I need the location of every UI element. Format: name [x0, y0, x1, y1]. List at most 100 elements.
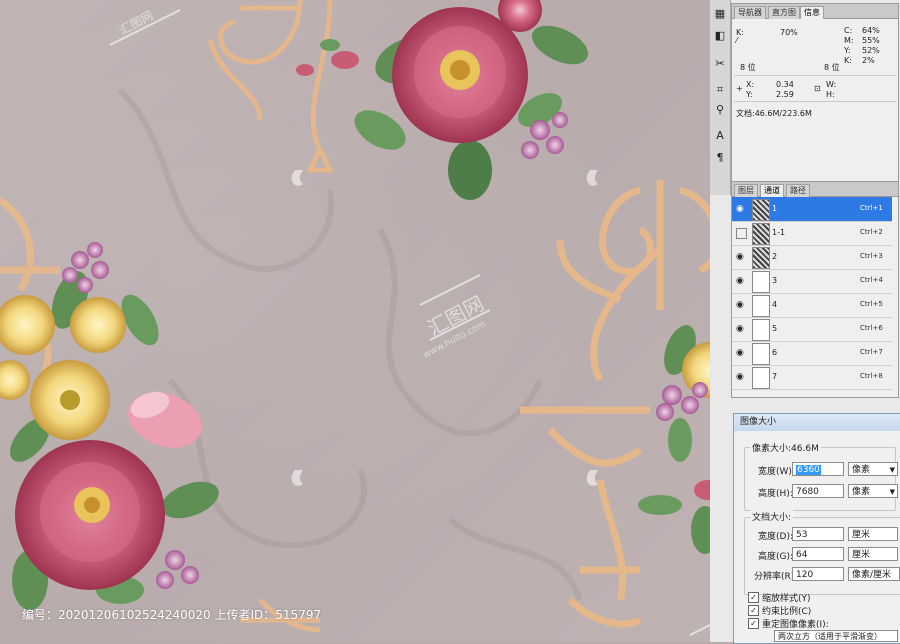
height-unit-select[interactable]: 像素 ▼	[848, 484, 898, 498]
width-unit: 像素	[852, 465, 871, 475]
crop-icon[interactable]: ⌗	[712, 82, 728, 98]
channel-shortcut: Ctrl+7	[860, 348, 883, 356]
scale-styles-label: 缩放样式(Y)	[762, 594, 811, 604]
scale-styles-checkbox[interactable]: ✓	[748, 592, 759, 603]
channel-row[interactable]: ◉ 2 Ctrl+3	[732, 245, 892, 270]
channel-row[interactable]: ◉ 6 Ctrl+7	[732, 341, 892, 366]
divider	[734, 101, 896, 102]
resample-method-select[interactable]: 两次立方（适用于平滑渐变）	[774, 630, 898, 642]
resample-method: 两次立方（适用于平滑渐变）	[778, 632, 882, 641]
document-canvas[interactable]: 汇图网 汇图网 www.huitu.com 编号：202012061025242…	[0, 0, 710, 642]
height-field[interactable]: 7680	[792, 484, 844, 498]
width-value: 6360	[796, 465, 821, 475]
doc-width-value: 53	[796, 530, 808, 540]
channel-row[interactable]: ◉ 3 Ctrl+4	[732, 269, 892, 294]
channel-thumbnail	[752, 343, 770, 365]
resolution-unit: 像素/厘米	[852, 570, 892, 580]
tab-navigator[interactable]: 导航器	[734, 6, 766, 19]
dialog-title: 图像大小	[734, 414, 900, 431]
x-value: 0.34	[776, 80, 794, 89]
tab-paths[interactable]: 路径	[786, 184, 810, 197]
resolution-unit-select[interactable]: 像素/厘米	[848, 567, 900, 581]
pixel-dimensions-label: 像素大小:46.6M	[750, 441, 821, 454]
x-label: X:	[746, 80, 755, 89]
divider	[734, 75, 896, 76]
eye-icon[interactable]: ◉	[736, 252, 746, 262]
channel-row[interactable]: ◉ 1 Ctrl+1	[732, 197, 892, 222]
y-coord-value: 2.59	[776, 90, 794, 99]
document-size-label: 文档大小:	[750, 510, 794, 523]
resolution-field[interactable]: 120	[792, 567, 844, 581]
tab-channels[interactable]: 通道	[760, 184, 784, 197]
c-value: 64%	[862, 26, 880, 35]
selection-size-icon: ⊡	[814, 84, 821, 93]
channel-name: 5	[772, 324, 778, 333]
path-icon[interactable]: ◧	[712, 28, 728, 44]
channel-row[interactable]: ◉ 4 Ctrl+5	[732, 293, 892, 318]
height-unit: 像素	[852, 487, 871, 497]
constrain-label: 约束比例(C)	[762, 607, 812, 617]
eye-icon[interactable]: ◉	[736, 348, 746, 358]
channel-thumbnail	[752, 367, 770, 389]
tab-histogram[interactable]: 直方图	[768, 6, 800, 19]
channel-shortcut: Ctrl+1	[860, 204, 883, 212]
eye-icon[interactable]: ◉	[736, 276, 746, 286]
document-size: 文档:46.6M/223.6M	[736, 109, 812, 118]
info-panel: 导航器 直方图 信息 K: 70% ⁄ C: 64% M: 55% Y: 52%…	[731, 3, 899, 195]
tab-layers[interactable]: 图层	[734, 184, 758, 197]
eye-icon[interactable]: ◉	[736, 204, 746, 214]
doc-height-field[interactable]: 64	[792, 547, 844, 561]
doc-width-unit: 厘米	[852, 530, 871, 540]
channel-row[interactable]: 1-1 Ctrl+2	[732, 221, 892, 246]
bit-depth-right: 8 位	[824, 63, 840, 72]
channel-name: 2	[772, 252, 778, 261]
channel-name: 3	[772, 276, 778, 285]
channel-thumbnail	[752, 199, 770, 221]
channel-shortcut: Ctrl+8	[860, 372, 883, 380]
channels-panel-tabs: 图层 通道 路径	[732, 182, 898, 197]
lasso-icon[interactable]: ✂	[712, 56, 728, 72]
channels-panel: 图层 通道 路径 ◉ 1 Ctrl+1 1-1 Ctrl+2 ◉ 2 Ctrl+3 ◉ 3 Ctrl…	[731, 181, 899, 398]
info-panel-tabs: 导航器 直方图 信息	[732, 4, 898, 19]
resample-checkbox[interactable]: ✓	[748, 618, 759, 629]
y-value: 52%	[862, 46, 880, 55]
eye-icon[interactable]: ◉	[736, 372, 746, 382]
k-value: 70%	[780, 28, 798, 37]
eye-icon[interactable]: ◉	[736, 300, 746, 310]
channel-thumbnail	[752, 295, 770, 317]
width-unit-select[interactable]: 像素 ▼	[848, 462, 898, 476]
hidden-eye-icon[interactable]	[736, 228, 747, 239]
doc-width-field[interactable]: 53	[792, 527, 844, 541]
tool-strip: ▦ ◧ ✂ ⌗ ⚲ A ¶	[710, 0, 731, 195]
type-icon[interactable]: A	[712, 128, 728, 144]
channel-row[interactable]: ◉ 5 Ctrl+6	[732, 317, 892, 342]
crosshair-icon: +	[736, 84, 743, 93]
channel-thumbnail	[752, 319, 770, 341]
doc-height-label: 高度(G):	[758, 552, 794, 562]
channel-name: 6	[772, 348, 778, 357]
paragraph-icon[interactable]: ¶	[712, 150, 728, 166]
width-label: 宽度(W):	[758, 467, 795, 477]
chevron-down-icon: ▼	[889, 466, 895, 474]
constrain-checkbox[interactable]: ✓	[748, 605, 759, 616]
channel-shortcut: Ctrl+5	[860, 300, 883, 308]
doc-height-unit-select[interactable]: 厘米	[848, 547, 898, 561]
eye-icon[interactable]: ◉	[736, 324, 746, 334]
pixel-dimensions-group	[744, 447, 896, 511]
k2-label: K:	[844, 56, 852, 65]
stamp-icon[interactable]: ⚲	[712, 102, 728, 118]
arrange-icon[interactable]: ▦	[712, 6, 728, 22]
tab-info[interactable]: 信息	[800, 6, 824, 19]
channel-thumbnail	[752, 271, 770, 293]
doc-width-unit-select[interactable]: 厘米	[848, 527, 898, 541]
chevron-down-icon: ▼	[889, 488, 895, 496]
w-label: W:	[826, 80, 837, 89]
channel-thumbnail	[752, 223, 770, 245]
height-value: 7680	[796, 487, 819, 497]
channel-shortcut: Ctrl+2	[860, 228, 883, 236]
channel-row[interactable]: ◉ 7 Ctrl+8	[732, 365, 892, 390]
channel-thumbnail	[752, 247, 770, 269]
channel-name: 4	[772, 300, 778, 309]
doc-height-value: 64	[796, 550, 808, 560]
width-field[interactable]: 6360	[792, 462, 844, 476]
